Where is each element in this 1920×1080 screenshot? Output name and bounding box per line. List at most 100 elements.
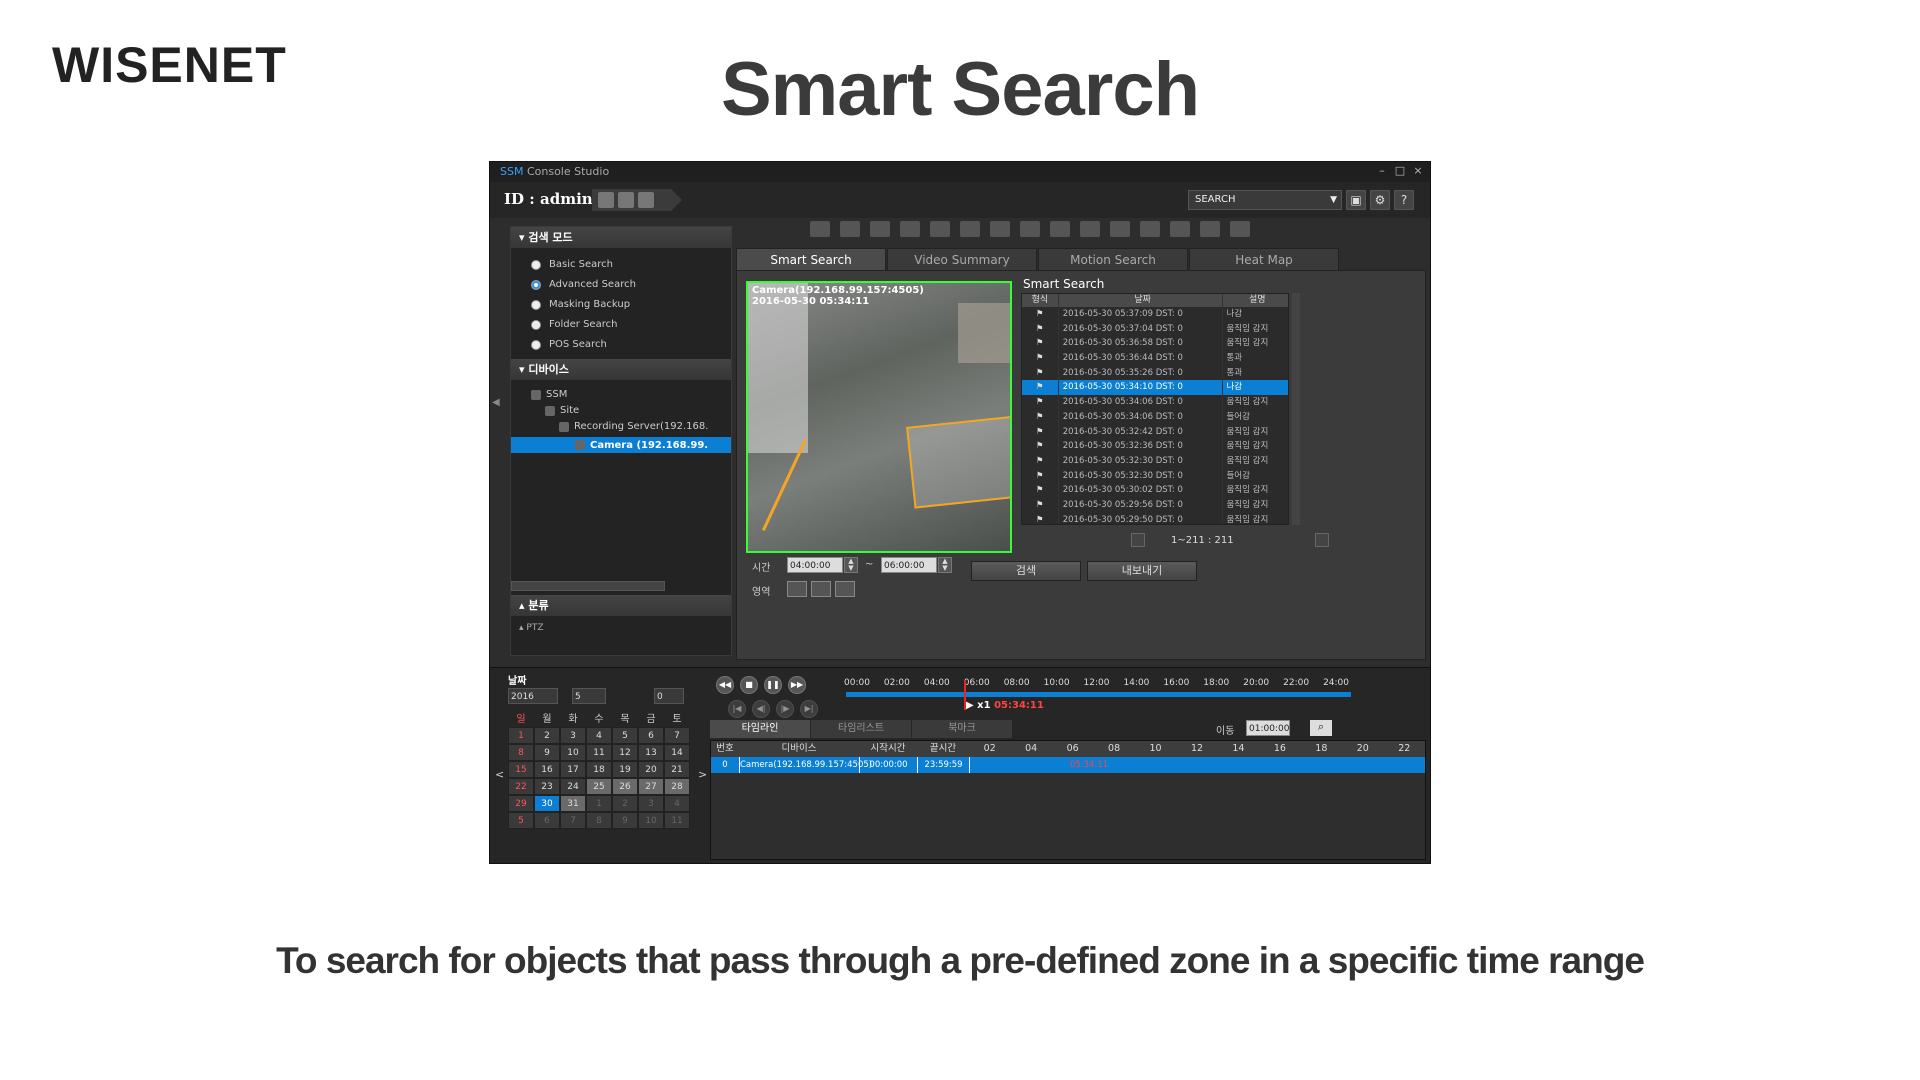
calendar-day[interactable]: 29 [508, 795, 534, 812]
start-time-input[interactable]: 04:00:00 [787, 557, 843, 573]
month-select[interactable]: 5 [572, 688, 606, 704]
lock-icon[interactable] [638, 192, 654, 208]
frame-forward-icon[interactable]: |▶ [776, 700, 794, 718]
calendar-day[interactable]: 7 [560, 812, 586, 829]
table-row[interactable]: ⚑ 2016-05-30 05:37:09 DST: 0 나감 [1022, 307, 1288, 322]
calendar-day[interactable]: 17 [560, 761, 586, 778]
tree-item-ssm[interactable]: SSM [531, 389, 731, 400]
stop-icon[interactable]: ■ [740, 676, 758, 694]
audio-icon[interactable] [1020, 221, 1040, 237]
monitor-icon[interactable]: ▣ [1346, 190, 1366, 210]
camera-video[interactable]: Camera(192.168.99.157:4505) 2016-05-30 0… [746, 281, 1012, 553]
calendar-day[interactable]: 1 [508, 727, 534, 744]
folder-icon[interactable] [618, 192, 634, 208]
calendar-day[interactable]: 28 [664, 778, 690, 795]
calendar-day[interactable]: 5 [508, 812, 534, 829]
print-icon[interactable] [960, 221, 980, 237]
calendar-day[interactable]: 1 [586, 795, 612, 812]
table-row[interactable]: ⚑ 2016-05-30 05:30:02 DST: 0 움직임 감지 [1022, 483, 1288, 498]
calendar-day[interactable]: 31 [560, 795, 586, 812]
collapse-left-icon[interactable]: ◀ [492, 397, 500, 408]
tab-motion-search[interactable]: Motion Search [1038, 248, 1188, 270]
radio-pos-search[interactable]: POS Search [531, 339, 607, 350]
zoom-in-icon[interactable] [1080, 221, 1100, 237]
table-row[interactable]: ⚑ 2016-05-30 05:35:26 DST: 0 통과 [1022, 365, 1288, 381]
tab-video-summary[interactable]: Video Summary [887, 248, 1037, 270]
horizontal-scrollbar[interactable] [511, 581, 665, 591]
record-icon[interactable] [990, 221, 1010, 237]
help-icon[interactable]: ? [1394, 190, 1414, 210]
tab-timelist[interactable]: 타임리스트 [811, 720, 911, 738]
calendar-day[interactable]: 22 [508, 778, 534, 795]
fast-forward-icon[interactable]: ▶▶ [788, 676, 806, 694]
area-full-button[interactable] [811, 581, 831, 597]
end-time-spinner[interactable]: ▲ ▼ [938, 557, 952, 573]
calendar-day[interactable]: 18 [586, 761, 612, 778]
close-icon[interactable]: × [1411, 164, 1425, 178]
minimize-icon[interactable]: – [1375, 164, 1389, 178]
radio-masking-backup[interactable]: Masking Backup [531, 299, 630, 310]
radio-advanced-search[interactable]: Advanced Search [531, 279, 636, 290]
calendar-day[interactable]: 10 [638, 812, 664, 829]
table-row[interactable]: ⚑ 2016-05-30 05:29:56 DST: 0 움직임 감지 [1022, 497, 1288, 513]
calendar-day[interactable]: 3 [560, 727, 586, 744]
device-header[interactable]: ▾ 디바이스 [511, 359, 731, 381]
radio-folder-search[interactable]: Folder Search [531, 319, 617, 330]
table-row[interactable]: ⚑ 2016-05-30 05:29:50 DST: 0 움직임 감지 [1022, 512, 1288, 524]
table-row[interactable]: ⚑ 2016-05-30 05:36:44 DST: 0 통과 [1022, 351, 1288, 366]
tab-heat-map[interactable]: Heat Map [1189, 248, 1339, 270]
table-row[interactable]: ⚑ 2016-05-30 05:34:06 DST: 0 들어감 [1022, 409, 1288, 425]
end-time-input[interactable]: 06:00:00 [881, 557, 937, 573]
maximize-icon[interactable]: □ [1393, 164, 1407, 178]
year-select[interactable]: 2016 [508, 688, 558, 704]
zoom-out-icon[interactable] [1110, 221, 1130, 237]
area-rect-button[interactable] [787, 581, 807, 597]
calendar-day[interactable]: 14 [664, 744, 690, 761]
next-month-icon[interactable]: > [698, 768, 707, 781]
calendar-day[interactable]: 6 [534, 812, 560, 829]
timeline[interactable]: 00:00 02:00 04:00 06:00 08:00 10:00 12:00 14:00… [836, 678, 1430, 718]
hour-select[interactable]: 0 [654, 688, 684, 704]
radio-basic-search[interactable]: Basic Search [531, 259, 613, 270]
tree-item-recording-server[interactable]: Recording Server(192.168. [559, 421, 731, 432]
calendar-day[interactable]: 7 [664, 727, 690, 744]
calendar-day[interactable]: 21 [664, 761, 690, 778]
timeline-row[interactable]: 0 Camera(192.168.99.157:4505) 00:00:00 2… [711, 757, 1425, 773]
tab-smart-search[interactable]: Smart Search [736, 248, 886, 270]
next-page-icon[interactable] [1315, 533, 1329, 547]
calendar-day[interactable]: 11 [664, 812, 690, 829]
prev-page-icon[interactable] [1131, 533, 1145, 547]
table-row[interactable]: ⚑ 2016-05-30 05:32:42 DST: 0 움직임 감지 [1022, 424, 1288, 440]
export-button[interactable]: 내보내기 [1087, 561, 1197, 581]
layout-grid-icon[interactable] [870, 221, 890, 237]
frame-back-icon[interactable]: ◀| [752, 700, 770, 718]
calendar-day[interactable]: 25 [586, 778, 612, 795]
layout-4-icon[interactable] [840, 221, 860, 237]
prev-month-icon[interactable]: < [495, 768, 504, 781]
calendar-day[interactable]: 30 [534, 795, 560, 812]
layout-1-icon[interactable] [810, 221, 830, 237]
calendar-day[interactable]: 5 [612, 727, 638, 744]
document-icon[interactable] [598, 192, 614, 208]
table-row[interactable]: ⚑ 2016-05-30 05:37:04 DST: 0 움직임 감지 [1022, 321, 1288, 337]
goto-time-input[interactable]: 01:00:00 [1246, 720, 1290, 736]
pause-icon[interactable]: ❚❚ [764, 676, 782, 694]
calendar-day[interactable]: 12 [612, 744, 638, 761]
calendar-day[interactable]: 3 [638, 795, 664, 812]
screen-icon[interactable] [900, 221, 920, 237]
calendar-day[interactable]: 23 [534, 778, 560, 795]
calendar-day[interactable]: 26 [612, 778, 638, 795]
tree-item-site[interactable]: Site [545, 405, 731, 416]
calendar-day[interactable]: 8 [508, 744, 534, 761]
table-row[interactable]: ⚑ 2016-05-30 05:34:06 DST: 0 움직임 감지 [1022, 395, 1288, 410]
rewind-icon[interactable]: ◀◀ [716, 676, 734, 694]
calendar-day[interactable]: 4 [586, 727, 612, 744]
calendar-day[interactable]: 27 [638, 778, 664, 795]
timeline-bar[interactable] [846, 692, 1351, 697]
search-button[interactable]: 검색 [971, 561, 1081, 581]
contrast-icon[interactable] [1200, 221, 1220, 237]
calendar-day[interactable]: 2 [612, 795, 638, 812]
calendar-day[interactable]: 13 [638, 744, 664, 761]
ptz-section[interactable]: ▴ PTZ [519, 623, 543, 633]
calendar-day[interactable]: 10 [560, 744, 586, 761]
